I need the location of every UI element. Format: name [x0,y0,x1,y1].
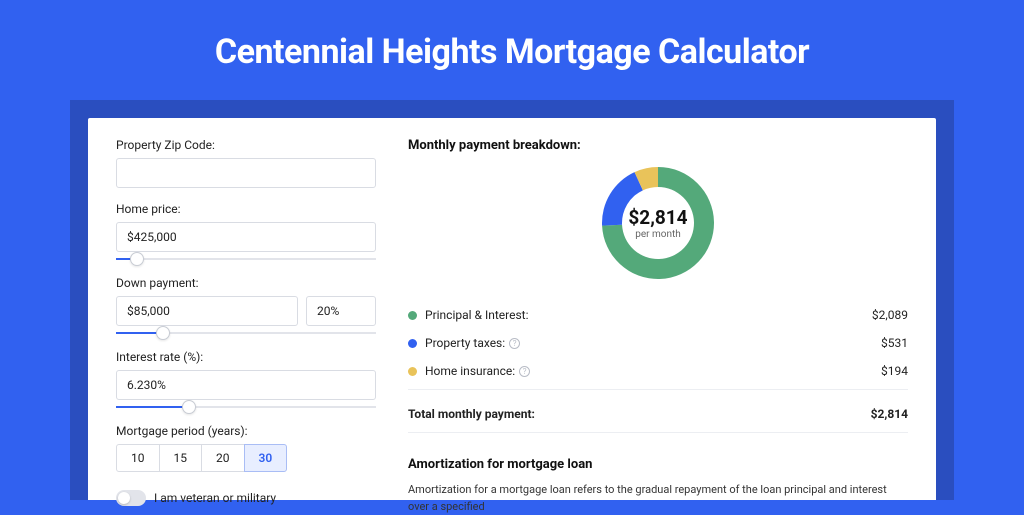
donut-sub: per month [628,229,687,240]
legend-dot-icon [408,367,417,376]
period-label: Mortgage period (years): [116,424,376,438]
legend-row: Home insurance:?$194 [408,357,908,385]
zip-field: Property Zip Code: [116,138,376,188]
home-price-label: Home price: [116,202,376,216]
interest-input[interactable] [116,370,376,400]
interest-field: Interest rate (%): [116,350,376,410]
zip-label: Property Zip Code: [116,138,376,152]
total-row: Total monthly payment: $2,814 [408,400,908,428]
breakdown-title: Monthly payment breakdown: [408,138,908,153]
legend-value: $194 [881,364,908,378]
calculator-card: Property Zip Code: Home price: Down paym… [88,118,936,500]
legend-label: Home insurance:? [425,364,881,378]
amortization-title: Amortization for mortgage loan [408,457,908,472]
period-button-30[interactable]: 30 [244,444,288,472]
interest-label: Interest rate (%): [116,350,376,364]
total-value: $2,814 [871,407,908,421]
divider [408,432,908,433]
down-payment-slider[interactable] [116,330,376,336]
info-icon[interactable]: ? [509,338,520,349]
interest-slider[interactable] [116,404,376,410]
legend-row: Principal & Interest:$2,089 [408,301,908,329]
down-payment-pct-input[interactable] [306,296,376,326]
home-price-input[interactable] [116,222,376,252]
amortization-text: Amortization for a mortgage loan refers … [408,482,908,515]
form-panel: Property Zip Code: Home price: Down paym… [116,138,376,500]
veteran-row: I am veteran or military [116,490,376,506]
down-payment-input[interactable] [116,296,298,326]
period-button-20[interactable]: 20 [201,444,245,472]
legend-label: Property taxes:? [425,336,881,350]
down-payment-label: Down payment: [116,276,376,290]
info-icon[interactable]: ? [519,366,530,377]
legend-dot-icon [408,339,417,348]
legend-row: Property taxes:?$531 [408,329,908,357]
hero: Centennial Heights Mortgage Calculator [0,0,1024,100]
calculator-frame: Property Zip Code: Home price: Down paym… [70,100,954,500]
donut-chart: $2,814 per month [408,163,908,283]
legend-value: $2,089 [872,308,908,322]
page-title: Centennial Heights Mortgage Calculator [0,32,1024,72]
legend-value: $531 [881,336,908,350]
legend: Principal & Interest:$2,089Property taxe… [408,301,908,390]
breakdown-panel: Monthly payment breakdown: $2,814 per mo… [408,138,908,500]
total-label: Total monthly payment: [408,407,871,421]
veteran-label: I am veteran or military [154,491,276,505]
period-button-10[interactable]: 10 [116,444,160,472]
zip-input[interactable] [116,158,376,188]
home-price-field: Home price: [116,202,376,262]
period-field: Mortgage period (years): 10152030 [116,424,376,472]
home-price-slider[interactable] [116,256,376,262]
period-buttons: 10152030 [116,444,376,472]
down-payment-field: Down payment: [116,276,376,336]
legend-label: Principal & Interest: [425,308,872,322]
donut-amount: $2,814 [628,206,687,229]
amortization-section: Amortization for mortgage loan Amortizat… [408,447,908,515]
period-button-15[interactable]: 15 [159,444,203,472]
veteran-toggle[interactable] [116,490,146,506]
legend-dot-icon [408,311,417,320]
